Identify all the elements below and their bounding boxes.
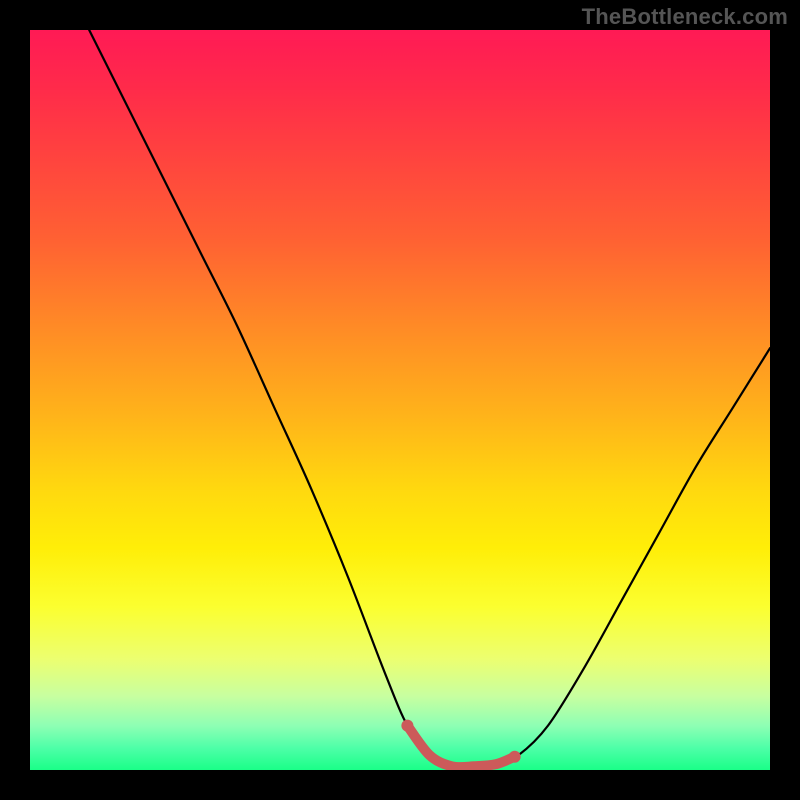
curve-path bbox=[52, 30, 770, 767]
highlight-end-dot bbox=[509, 751, 521, 763]
watermark-text: TheBottleneck.com bbox=[582, 4, 788, 30]
highlight-segment bbox=[407, 726, 514, 768]
highlight-start-dot bbox=[401, 720, 413, 732]
plot-area bbox=[30, 30, 770, 770]
chart-frame: TheBottleneck.com bbox=[0, 0, 800, 800]
bottleneck-curve bbox=[30, 30, 770, 770]
